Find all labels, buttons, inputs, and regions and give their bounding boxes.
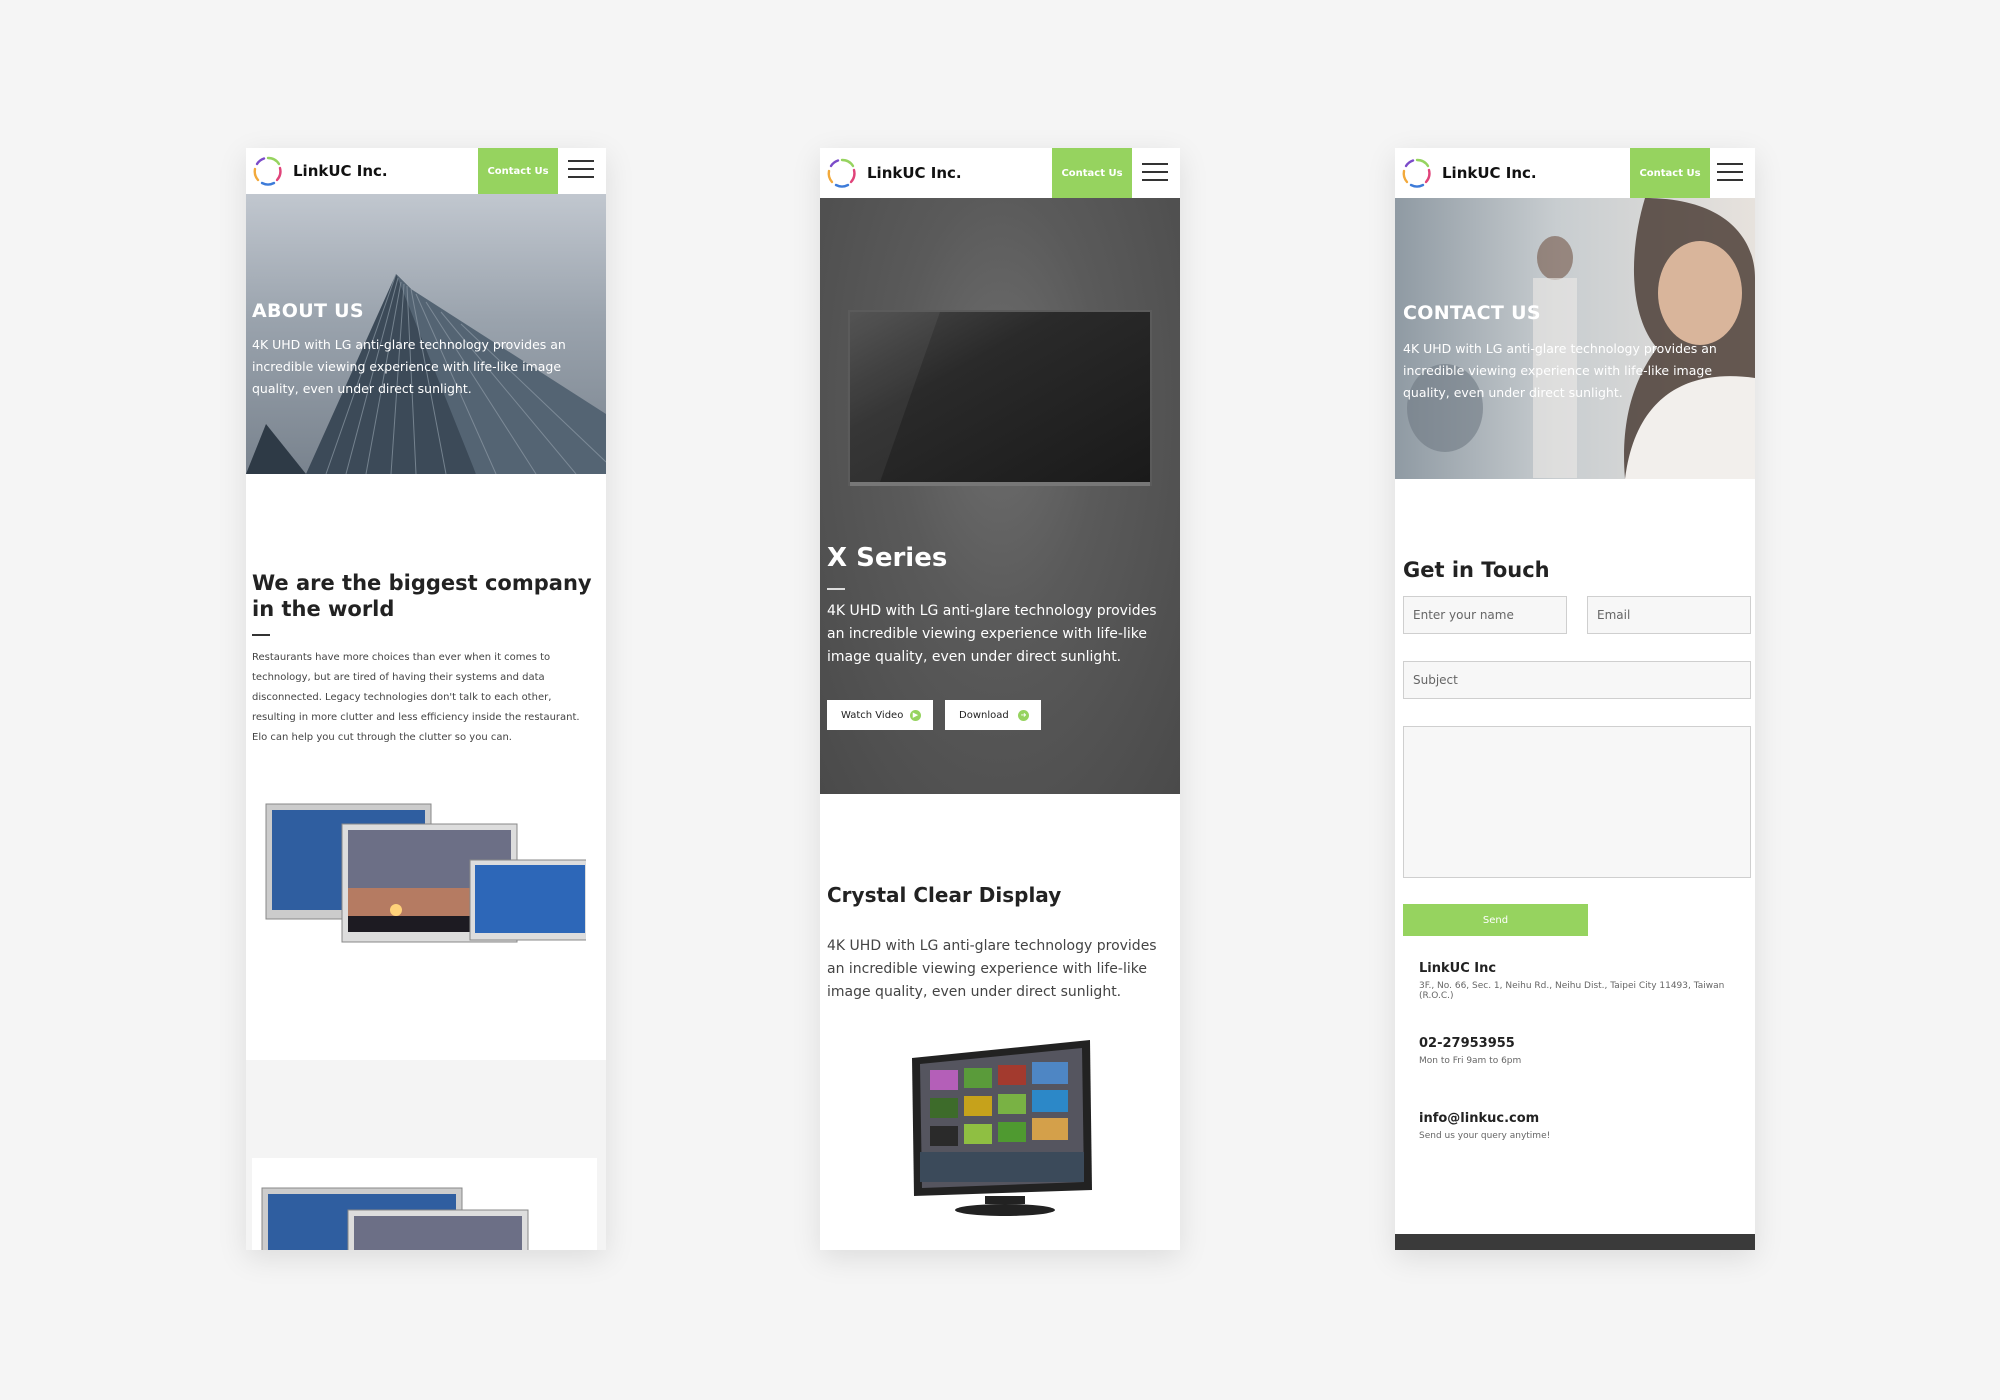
site-header: LinkUC Inc. Contact Us	[1395, 148, 1755, 198]
hero-title: CONTACT US	[1403, 302, 1541, 324]
company-address: 3F., No. 66, Sec. 1, Neihu Rd., Neihu Di…	[1419, 981, 1725, 1001]
brand-name[interactable]: LinkUC Inc.	[293, 162, 388, 180]
company-name: LinkUC Inc	[1419, 961, 1497, 976]
title-divider	[827, 588, 845, 590]
name-input[interactable]: Enter your name	[1403, 596, 1567, 634]
brand-name[interactable]: LinkUC Inc.	[867, 164, 962, 182]
download-button[interactable]: Download ➜	[945, 700, 1041, 730]
hero-text: 4K UHD with LG anti-glare technology pro…	[1403, 341, 1717, 400]
contact-hero: CONTACT US 4K UHD with LG anti-glare tec…	[1395, 198, 1755, 479]
message-textarea[interactable]	[1403, 726, 1751, 878]
send-button[interactable]: Send	[1403, 904, 1588, 936]
phone-number[interactable]: 02-27953955	[1419, 1036, 1515, 1051]
download-label: Download	[959, 709, 1009, 721]
site-header: LinkUC Inc. Contact Us	[246, 148, 606, 194]
menu-icon[interactable]	[1142, 163, 1168, 183]
watch-video-label: Watch Video	[841, 709, 904, 721]
section-text: Restaurants have more choices than ever …	[252, 652, 580, 743]
brand-name[interactable]: LinkUC Inc.	[1442, 164, 1537, 182]
smart-tv-image	[912, 1040, 1092, 1216]
contact-page-mockup: LinkUC Inc. Contact Us CONTACT US 4K UHD…	[1395, 148, 1755, 1250]
monitors-image	[265, 803, 586, 943]
contact-us-button[interactable]: Contact Us	[478, 148, 558, 194]
title-divider	[252, 634, 270, 636]
menu-icon[interactable]	[1717, 163, 1743, 183]
hero-text: 4K UHD with LG anti-glare technology pro…	[252, 337, 566, 396]
brand-logo-icon	[1402, 158, 1431, 188]
product-title: X Series	[827, 543, 948, 573]
office-hours: Mon to Fri 9am to 6pm	[1419, 1056, 1522, 1066]
section-title: We are the biggest company in the world	[252, 571, 592, 621]
play-icon: ▶	[910, 710, 921, 721]
about-hero: ABOUT US 4K UHD with LG anti-glare techn…	[246, 194, 606, 474]
subject-input[interactable]: Subject	[1403, 661, 1751, 699]
email-input[interactable]: Email	[1587, 596, 1751, 634]
email-address[interactable]: info@linkuc.com	[1419, 1111, 1539, 1126]
watch-video-button[interactable]: Watch Video ▶	[827, 700, 933, 730]
site-header: LinkUC Inc. Contact Us	[820, 148, 1180, 198]
email-note: Send us your query anytime!	[1419, 1131, 1551, 1141]
feature-title: Crystal Clear Display	[827, 883, 1062, 907]
card	[252, 1158, 597, 1250]
menu-icon[interactable]	[568, 160, 594, 180]
tv-image	[848, 310, 1152, 486]
contact-us-button[interactable]: Contact Us	[1630, 148, 1710, 198]
about-page-mockup: LinkUC Inc. Contact Us ABOUT US 4K UHD w…	[246, 148, 606, 1250]
form-title: Get in Touch	[1403, 558, 1550, 582]
footer	[1395, 1234, 1755, 1250]
product-text: 4K UHD with LG anti-glare technology pro…	[827, 603, 1157, 665]
feature-text: 4K UHD with LG anti-glare technology pro…	[827, 938, 1157, 1000]
arrow-right-icon: ➜	[1018, 710, 1029, 721]
product-page-mockup: LinkUC Inc. Contact Us X Series 4K UHD w…	[820, 148, 1180, 1250]
hero-title: ABOUT US	[252, 300, 364, 322]
brand-logo-icon	[827, 158, 856, 188]
contact-us-button[interactable]: Contact Us	[1052, 148, 1132, 198]
brand-logo-icon	[253, 156, 282, 186]
monitors-image-repeat	[261, 1187, 529, 1250]
